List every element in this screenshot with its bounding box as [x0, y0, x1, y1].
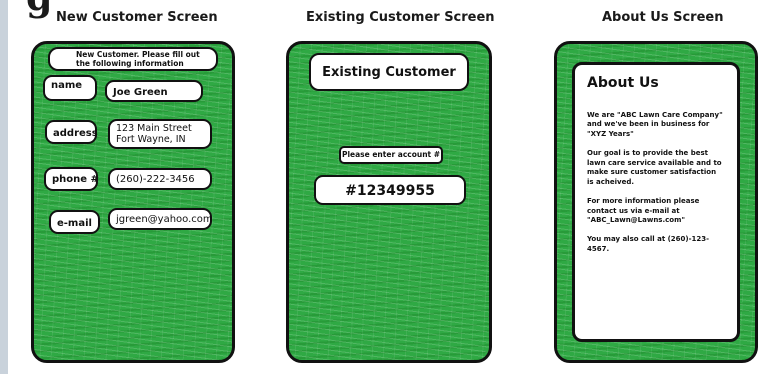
- existing-customer-phone: Existing Customer Please enter account #…: [286, 41, 492, 363]
- phone-label: phone #: [44, 167, 99, 191]
- about-us-heading: About Us: [587, 75, 659, 91]
- new-customer-instructions: New Customer. Please fill out the follow…: [48, 47, 218, 71]
- cropped-heading-glyph: g: [26, 0, 53, 19]
- account-number-field[interactable]: #12349955: [314, 175, 466, 205]
- address-field[interactable]: 123 Main Street Fort Wayne, IN: [108, 119, 212, 149]
- email-field[interactable]: jgreen@yahoo.com: [108, 208, 213, 230]
- about-us-screen-title: About Us Screen: [602, 10, 724, 25]
- about-paragraph-goal: Our goal is to provide the best lawn car…: [587, 149, 722, 186]
- name-field[interactable]: Joe Green: [105, 80, 203, 102]
- phone-field[interactable]: (260)-222-3456: [108, 168, 212, 190]
- existing-customer-screen-title: Existing Customer Screen: [306, 10, 495, 25]
- account-prompt: Please enter account #: [339, 146, 443, 164]
- about-paragraph-contact: For more information please contact us v…: [587, 197, 700, 224]
- about-paragraph-phone: You may also call at (260)-123-4567.: [587, 235, 710, 253]
- mockup-canvas: g New Customer Screen Existing Customer …: [8, 0, 768, 374]
- name-label: name: [43, 75, 97, 101]
- new-customer-screen-title: New Customer Screen: [56, 10, 218, 25]
- about-us-card: About Us We are "ABC Lawn Care Company" …: [572, 62, 740, 342]
- email-label: e-mail: [49, 210, 100, 234]
- address-label: address: [45, 120, 98, 144]
- about-paragraph-business: We are "ABC Lawn Care Company" and we've…: [587, 111, 723, 138]
- new-customer-phone: New Customer. Please fill out the follow…: [31, 41, 235, 363]
- existing-customer-heading: Existing Customer: [309, 53, 469, 91]
- about-us-phone: About Us We are "ABC Lawn Care Company" …: [554, 41, 758, 363]
